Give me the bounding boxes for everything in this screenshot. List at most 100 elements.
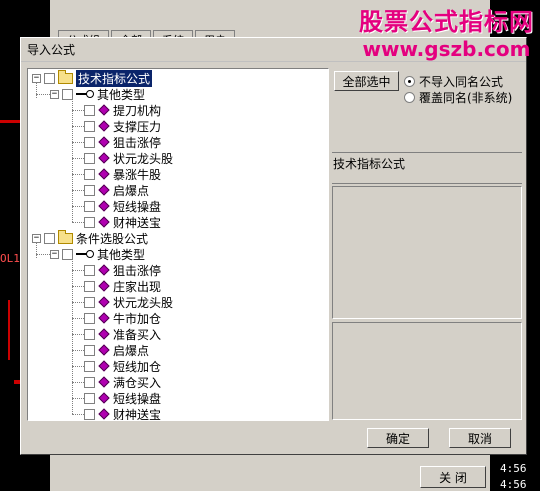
tree-connector [72, 318, 84, 319]
tree-item-label: 准备买入 [113, 327, 162, 342]
radio-icon [404, 76, 415, 87]
checkbox[interactable] [84, 280, 95, 292]
tree-item-row[interactable]: 状元龙头股 [84, 294, 173, 310]
formula-diamond-icon [98, 104, 110, 116]
tree-connector [36, 94, 50, 95]
cancel-button[interactable]: 取消 [449, 428, 511, 448]
tree-item-label: 启爆点 [113, 343, 150, 358]
tree-item-label: 财神送宝 [113, 407, 162, 421]
checkbox[interactable] [84, 104, 95, 116]
formula-diamond-icon [98, 408, 110, 420]
background-chart-line [0, 120, 22, 123]
checkbox[interactable] [84, 152, 95, 164]
collapse-toggle-icon[interactable]: − [50, 89, 59, 99]
tree-subgroup-label: 其他类型 [97, 247, 146, 262]
tree-item-row[interactable]: 准备买入 [84, 326, 161, 342]
tree-item-row[interactable]: 短线操盘 [84, 198, 161, 214]
tree-connector [72, 98, 73, 222]
background-left-label: OL1 [0, 252, 20, 265]
tree-connector [72, 222, 84, 223]
checkbox[interactable] [44, 72, 55, 84]
tree-item-row[interactable]: 提刀机构 [84, 102, 161, 118]
tree-item-row[interactable]: 短线加仓 [84, 358, 161, 374]
checkbox[interactable] [84, 168, 95, 180]
select-all-button[interactable]: 全部选中 [334, 71, 399, 91]
tree-group-label: 技术指标公式 [76, 69, 153, 87]
collapse-toggle-icon[interactable]: − [50, 249, 59, 259]
tree-connector [72, 366, 84, 367]
tree-subgroup-row[interactable]: − 其他类型 [50, 86, 145, 102]
tree-connector [72, 286, 84, 287]
checkbox[interactable] [84, 120, 95, 132]
checkbox[interactable] [84, 344, 95, 356]
tree-subgroup-row[interactable]: − 其他类型 [50, 246, 145, 262]
formula-diamond-icon [98, 264, 110, 276]
key-icon [76, 90, 94, 98]
checkbox[interactable] [84, 392, 95, 404]
tree-item-row[interactable]: 狙击涨停 [84, 262, 161, 278]
checkbox[interactable] [44, 232, 55, 244]
formula-diamond-icon [98, 280, 110, 292]
tree-item-row[interactable]: 状元龙头股 [84, 150, 173, 166]
tree-item-row[interactable]: 狙击涨停 [84, 134, 161, 150]
radio-overwrite[interactable]: 覆盖同名(非系统) [404, 89, 512, 106]
radio-icon [404, 92, 415, 103]
tree-item-row[interactable]: 启爆点 [84, 182, 149, 198]
tree-item-row[interactable]: 财神送宝 [84, 214, 161, 230]
tree-item-label: 提刀机构 [113, 103, 162, 118]
checkbox[interactable] [84, 360, 95, 372]
checkbox[interactable] [84, 216, 95, 228]
tree-connector [72, 302, 84, 303]
checkbox[interactable] [84, 376, 95, 388]
folder-icon [58, 229, 73, 244]
tree-item-label: 满仓买入 [113, 375, 162, 390]
checkbox[interactable] [84, 408, 95, 420]
tree-item-row[interactable]: 支撑压力 [84, 118, 161, 134]
formula-diamond-icon [98, 152, 110, 164]
tree-subgroup-label: 其他类型 [97, 87, 146, 102]
checkbox[interactable] [84, 264, 95, 276]
tree-connector [72, 398, 84, 399]
tree-connector [72, 334, 84, 335]
tree-item-row[interactable]: 牛市加仓 [84, 310, 161, 326]
tree-item-row[interactable]: 暴涨牛股 [84, 166, 161, 182]
background-chart-line [8, 300, 10, 360]
tree-item-label: 财神送宝 [113, 215, 162, 230]
tree-item-label: 状元龙头股 [113, 295, 174, 310]
background-close-button[interactable]: 关 闭 [420, 466, 486, 488]
radio-label: 覆盖同名(非系统) [419, 91, 513, 105]
formula-diamond-icon [98, 120, 110, 132]
tree-item-label: 牛市加仓 [113, 311, 162, 326]
background-chart-left [0, 0, 22, 491]
checkbox[interactable] [84, 200, 95, 212]
watermark-title: 股票公式指标网 [359, 8, 534, 36]
checkbox[interactable] [84, 296, 95, 308]
tree-group-row[interactable]: − 技术指标公式 [32, 69, 153, 87]
checkbox[interactable] [84, 184, 95, 196]
formula-parameter-panel [332, 322, 522, 420]
formula-diamond-icon [98, 168, 110, 180]
tree-connector [72, 206, 84, 207]
radio-skip-duplicates[interactable]: 不导入同名公式 [404, 73, 503, 90]
formula-diamond-icon [98, 216, 110, 228]
ok-button[interactable]: 确定 [367, 428, 429, 448]
key-icon [76, 250, 94, 258]
tree-connector [72, 142, 84, 143]
tree-item-label: 短线操盘 [113, 391, 162, 406]
formula-diamond-icon [98, 360, 110, 372]
tree-connector [72, 190, 84, 191]
tree-item-label: 狙击涨停 [113, 263, 162, 278]
tree-connector [72, 126, 84, 127]
tree-item-row[interactable]: 启爆点 [84, 342, 149, 358]
checkbox[interactable] [84, 312, 95, 324]
tree-group-row[interactable]: − 条件选股公式 [32, 229, 148, 246]
tree-item-label: 狙击涨停 [113, 135, 162, 150]
checkbox[interactable] [84, 136, 95, 148]
checkbox[interactable] [84, 328, 95, 340]
tree-item-row[interactable]: 财神送宝 [84, 406, 162, 421]
formula-tree[interactable]: − 技术指标公式 − 其他类型 提刀机构 支撑压力 狙击涨停 状元龙头股 暴涨牛股 启爆点 短线操盘… [27, 68, 329, 421]
tree-item-row[interactable]: 短线操盘 [84, 390, 161, 406]
tree-item-row[interactable]: 满仓买入 [84, 374, 161, 390]
import-formula-dialog: 导入公式 − 技术指标公式 − 其他类型 提刀机构 支撑压力 狙击涨停 状元龙头股 暴涨牛股 启爆… [20, 37, 527, 455]
tree-item-row[interactable]: 庄家出现 [84, 278, 161, 294]
